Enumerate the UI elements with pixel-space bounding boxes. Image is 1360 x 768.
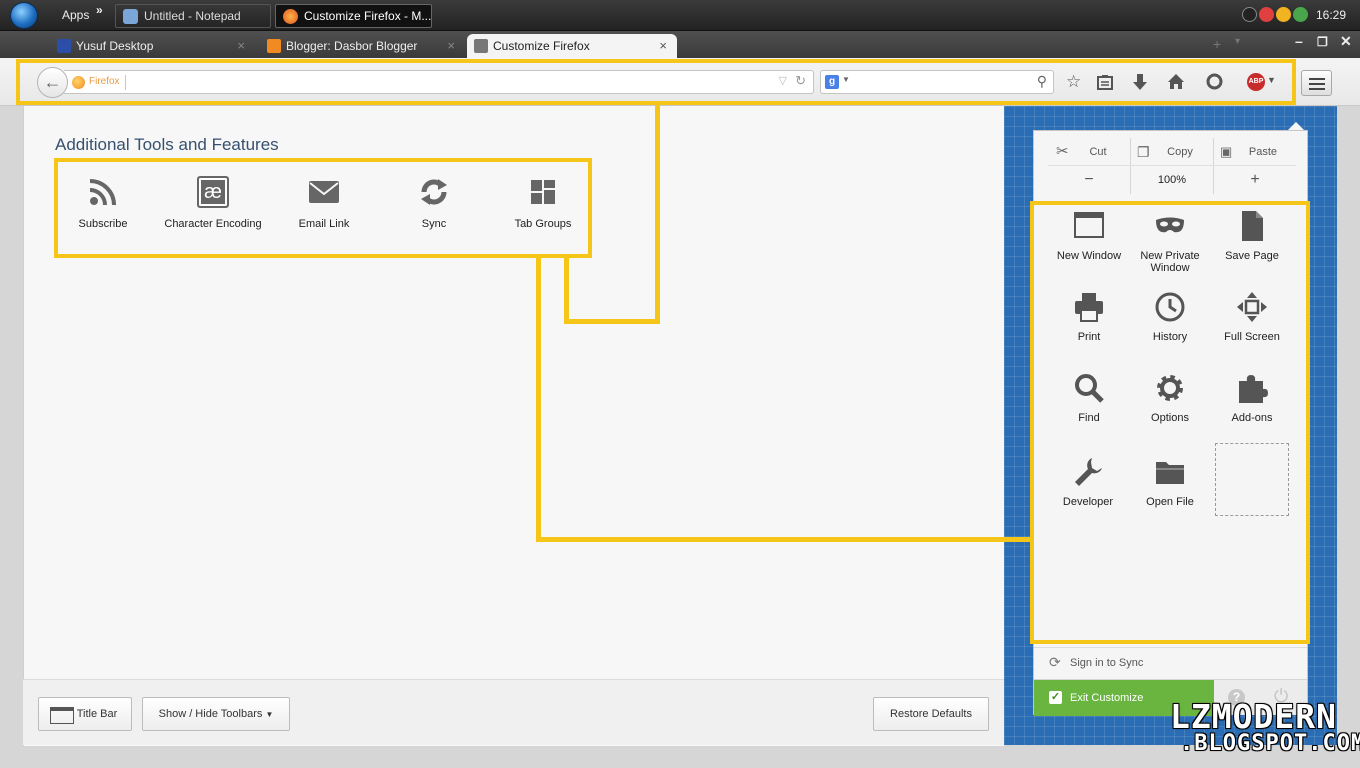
edit-controls: ✂ Cut ❐ Copy ▣ Paste (1048, 138, 1296, 166)
start-button[interactable] (10, 2, 38, 29)
close-icon[interactable]: × (659, 34, 667, 58)
highlight-connector (655, 105, 660, 324)
task-title: Customize Firefox - M... (304, 9, 432, 23)
chevron-down-icon: ▼ (265, 710, 274, 719)
highlight-connector (564, 258, 569, 324)
open-menu-button[interactable] (1301, 70, 1332, 96)
zoom-reset-button[interactable]: 100% (1130, 166, 1213, 194)
cut-label: Cut (1089, 146, 1107, 158)
list-all-tabs-icon[interactable]: ▾ (1235, 36, 1240, 47)
taskbar-task-notepad[interactable]: Untitled - Notepad (115, 4, 271, 28)
exit-customize-label: Exit Customize (1070, 692, 1144, 704)
copy-icon: ❐ (1137, 144, 1150, 160)
taskbar-task-firefox[interactable]: Customize Firefox - M... (275, 4, 432, 28)
highlight-connector (536, 258, 541, 542)
restore-defaults-label: Restore Defaults (890, 708, 972, 720)
watermark-line2: .BLOGSPOT.COM (1180, 731, 1360, 756)
highlight-frame-toolbar (16, 59, 1296, 105)
zoom-out-button[interactable]: − (1048, 166, 1130, 194)
paste-label: Paste (1248, 146, 1278, 158)
close-icon[interactable]: × (237, 34, 245, 58)
copy-button[interactable]: ❐ Copy (1130, 138, 1213, 166)
tab-title: Yusuf Desktop (76, 39, 154, 53)
customize-icon (474, 39, 488, 53)
task-title: Untitled - Notepad (144, 9, 241, 23)
tab-title: Customize Firefox (493, 39, 590, 53)
zoom-controls: − 100% + (1048, 166, 1296, 194)
window-frame-icon (50, 707, 74, 724)
restore-button[interactable]: ❐ (1317, 35, 1328, 49)
windows-taskbar: Apps » Untitled - Notepad Customize Fire… (0, 0, 1360, 31)
copy-label: Copy (1167, 146, 1193, 158)
blog-watermark: LZMODERN .BLOGSPOT.COM (1170, 697, 1360, 757)
tab-customize-firefox[interactable]: Customize Firefox × (467, 34, 677, 58)
sign-in-label: Sign in to Sync (1070, 657, 1144, 669)
tray-app-icon[interactable] (1259, 7, 1274, 22)
cut-button[interactable]: ✂ Cut (1048, 138, 1130, 166)
tray-back-icon[interactable] (1242, 7, 1257, 22)
palette-title: Additional Tools and Features (55, 135, 279, 154)
watermark-line1: LZMODERN (1170, 697, 1337, 736)
system-tray (1242, 7, 1308, 25)
tab-blogger[interactable]: Blogger: Dasbor Blogger × (260, 34, 465, 58)
close-icon[interactable]: × (447, 34, 455, 58)
taskbar-overflow-icon[interactable]: » (96, 3, 103, 17)
blogger-icon (267, 39, 281, 53)
tray-network-icon[interactable] (1293, 7, 1308, 22)
sync-icon: ⟳ (1049, 654, 1061, 670)
tab-title: Blogger: Dasbor Blogger (286, 39, 418, 53)
site-favicon (57, 39, 71, 53)
clipboard-icon: ▣ (1220, 144, 1233, 159)
tab-yusuf-desktop[interactable]: Yusuf Desktop × (50, 34, 255, 58)
paste-button[interactable]: ▣ Paste (1213, 138, 1296, 166)
notepad-icon (123, 9, 138, 24)
highlight-frame-menu (1030, 201, 1310, 644)
firefox-icon (283, 9, 298, 24)
minimize-button[interactable]: – (1295, 33, 1303, 49)
tray-warning-icon[interactable] (1276, 7, 1291, 22)
restore-defaults-button[interactable]: Restore Defaults (873, 697, 989, 731)
highlight-frame-palette (54, 158, 592, 258)
check-icon: ✓ (1049, 691, 1062, 704)
title-bar-label: Title Bar (76, 708, 118, 720)
scissors-icon: ✂ (1056, 143, 1069, 160)
sign-in-to-sync-button[interactable]: ⟳ Sign in to Sync (1034, 647, 1307, 679)
close-window-button[interactable]: ✕ (1340, 33, 1352, 50)
clock: 16:29 (1315, 8, 1346, 22)
zoom-in-button[interactable]: + (1213, 166, 1296, 194)
customize-footer: Title Bar Show / Hide Toolbars ▼ Restore… (23, 679, 1004, 745)
new-tab-icon[interactable]: + (1213, 36, 1221, 52)
title-bar-button[interactable]: Title Bar (38, 697, 132, 731)
toolbars-label: Show / Hide Toolbars (158, 708, 263, 720)
show-hide-toolbars-button[interactable]: Show / Hide Toolbars ▼ (142, 697, 290, 731)
apps-button[interactable]: Apps (62, 8, 89, 22)
browser-tab-strip: Yusuf Desktop × Blogger: Dasbor Blogger … (0, 31, 1360, 58)
highlight-connector (564, 319, 660, 324)
highlight-connector (536, 537, 1032, 542)
